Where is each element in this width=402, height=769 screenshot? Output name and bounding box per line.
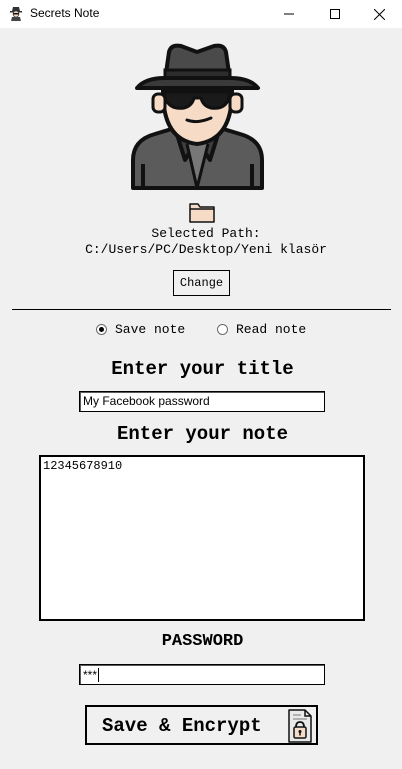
save-encrypt-button[interactable]: Save & Encrypt [85, 705, 318, 745]
radio-selected-icon [96, 324, 107, 335]
save-encrypt-label: Save & Encrypt [102, 715, 262, 737]
change-path-button[interactable]: Change [173, 270, 230, 296]
selected-path-value: C:/Users/PC/Desktop/Yeni klasör [85, 242, 327, 257]
password-value: *** [83, 667, 98, 682]
note-heading: Enter your note [116, 423, 289, 445]
divider [12, 309, 391, 310]
selected-path-label: Selected Path: [151, 226, 261, 241]
title-bar: Secrets Note [0, 0, 402, 28]
password-heading: PASSWORD [161, 632, 244, 651]
save-note-label: Save note [115, 322, 186, 337]
locked-file-icon [288, 709, 312, 743]
close-icon [373, 8, 385, 20]
password-input[interactable]: *** [79, 664, 325, 685]
folder-icon [189, 203, 215, 223]
minimize-button[interactable] [266, 0, 312, 28]
read-note-label: Read note [236, 322, 307, 337]
note-textarea[interactable]: 12345678910 [39, 455, 365, 621]
read-note-radio[interactable]: Read note [217, 322, 306, 337]
title-input[interactable]: My Facebook password [79, 391, 325, 412]
spy-illustration-icon [131, 43, 264, 190]
maximize-icon [330, 9, 340, 19]
text-caret [98, 667, 100, 682]
spy-app-icon [10, 7, 22, 21]
window-title: Secrets Note [30, 6, 100, 20]
save-note-radio[interactable]: Save note [96, 322, 185, 337]
maximize-button[interactable] [312, 0, 358, 28]
title-heading: Enter your title [111, 358, 294, 380]
close-button[interactable] [356, 0, 402, 28]
minimize-icon [284, 13, 294, 15]
radio-unselected-icon [217, 324, 228, 335]
